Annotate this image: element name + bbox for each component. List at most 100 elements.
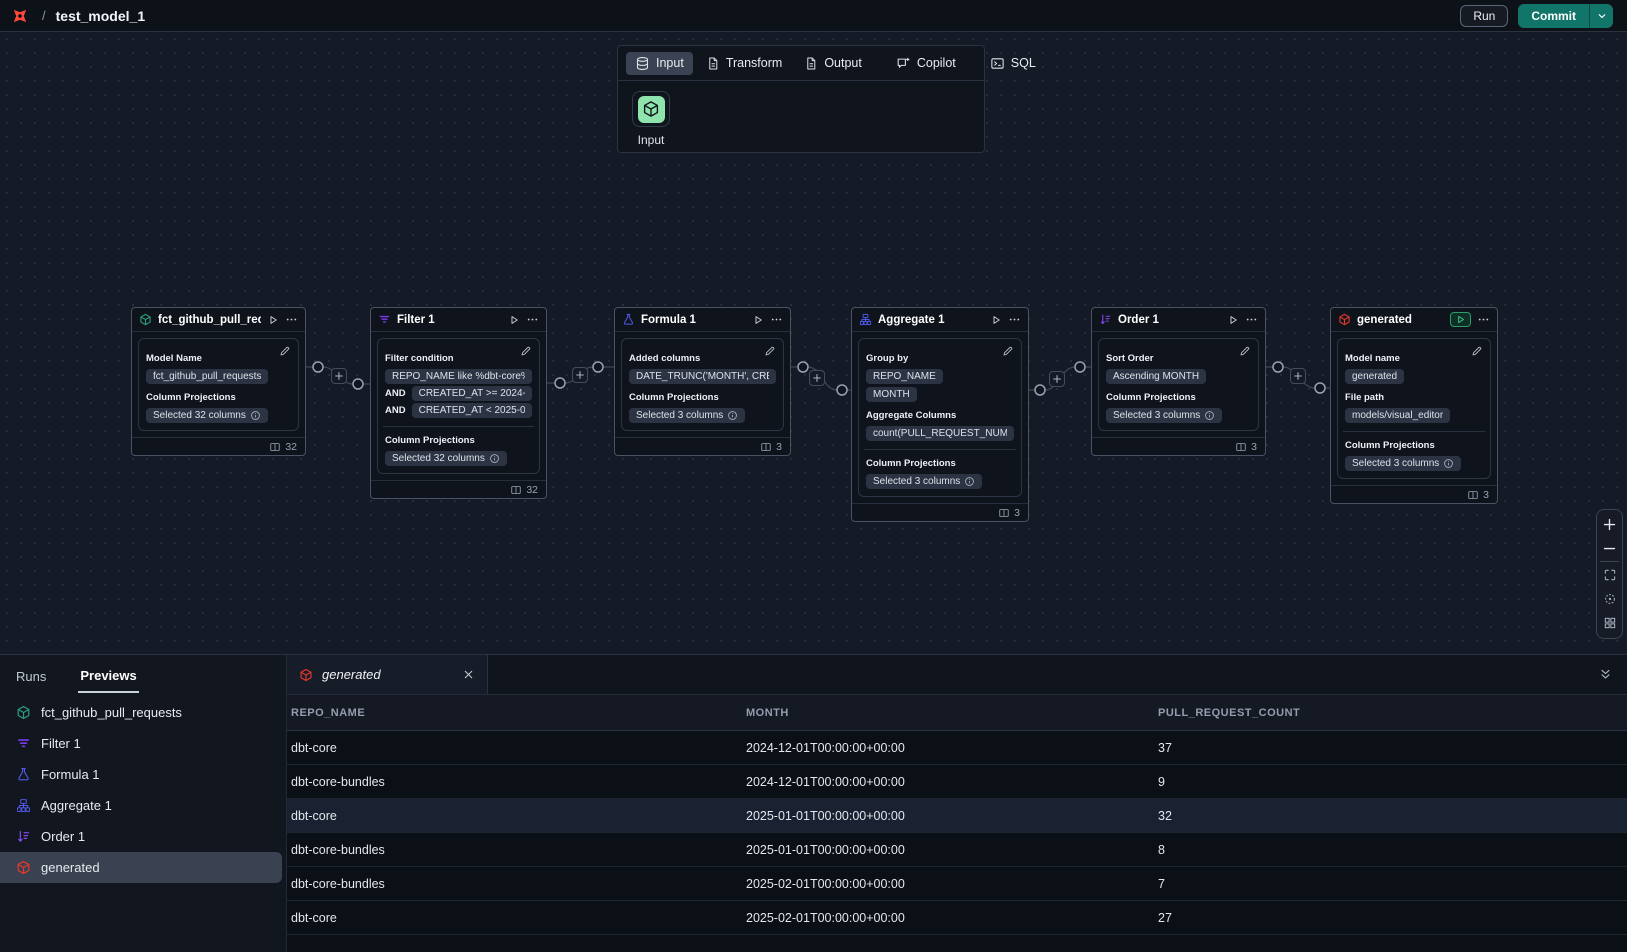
node-filter-1[interactable]: Filter 1 Filter condition REPO_NAME like… [370,307,547,499]
more-menu-icon[interactable] [1008,313,1021,326]
tab-previews[interactable]: Previews [78,658,138,693]
add-step-button[interactable] [809,370,825,386]
sidebar-item-generated[interactable]: generated [0,852,282,883]
table-row[interactable]: dbt-core-bundles 2025-02-01T00:00:00+00:… [287,867,1627,901]
tab-sql[interactable]: SQL [981,52,1045,75]
field-label: Model Name [146,353,291,364]
minimap-grid-icon[interactable] [1597,611,1622,635]
groupby-pill[interactable]: REPO_NAME [866,369,943,384]
port-out-icon[interactable] [313,362,323,372]
projections-pill[interactable]: Selected 32 columns [385,451,507,466]
port-out-icon[interactable] [1035,385,1045,395]
condition-pill[interactable]: REPO_NAME like %dbt-core% [385,369,532,384]
info-icon [489,453,500,464]
add-step-button[interactable] [1290,368,1306,384]
cube-icon [16,860,31,875]
locate-icon[interactable] [1597,587,1622,611]
sidebar-item-formula-1[interactable]: Formula 1 [0,759,286,790]
add-step-button[interactable] [331,368,347,384]
dbt-logo-icon[interactable] [10,6,30,26]
more-menu-icon[interactable] [526,313,539,326]
filepath-pill[interactable]: models/visual_editor [1345,408,1450,423]
collapse-panel-icon[interactable] [1598,655,1613,694]
close-icon[interactable] [462,668,475,681]
tab-transform[interactable]: Transform [697,52,792,75]
port-in-icon[interactable] [837,385,847,395]
tab-runs[interactable]: Runs [14,659,48,692]
node-formula-1[interactable]: Formula 1 Added columns DATE_TRUNC('MONT… [614,307,791,456]
port-in-icon[interactable] [1075,362,1085,372]
node-generated[interactable]: generated Model name generated File path… [1330,307,1498,504]
column-header[interactable]: MONTH [746,707,1158,719]
table-row[interactable]: dbt-core-bundles 2025-01-01T00:00:00+00:… [287,833,1627,867]
condition-pill[interactable]: CREATED_AT >= 2024-12-01 [412,386,532,401]
fit-view-icon[interactable] [1597,563,1622,587]
sidebar-item-order-1[interactable]: Order 1 [0,821,286,852]
sort-pill[interactable]: Ascending MONTH [1106,369,1206,384]
edit-pencil-icon[interactable] [1002,345,1014,357]
cell-repo-name: dbt-core [291,809,746,823]
groupby-pill[interactable]: MONTH [866,387,917,402]
node-fct-github-pull-requests[interactable]: fct_github_pull_requests Model Name fct_… [131,307,306,456]
node-aggregate-1[interactable]: Aggregate 1 Group by REPO_NAME MONTH Agg… [851,307,1029,522]
play-success-icon[interactable] [1450,312,1471,327]
aggregate-pill[interactable]: count(PULL_REQUEST_NUMBER) as ... [866,426,1014,441]
play-icon[interactable] [508,314,520,326]
tab-output[interactable]: Output [795,52,871,75]
node-order-1[interactable]: Order 1 Sort Order Ascending MONTH Colum… [1091,307,1266,456]
run-button[interactable]: Run [1460,5,1508,27]
sidebar-item-filter-1[interactable]: Filter 1 [0,728,286,759]
dag-canvas[interactable]: Input Transform Output Copilot SQL [0,32,1627,654]
projections-pill[interactable]: Selected 32 columns [146,408,268,423]
sidebar-item-aggregate-1[interactable]: Aggregate 1 [0,790,286,821]
sidebar-item-fct-github-pull-requests[interactable]: fct_github_pull_requests [0,697,286,728]
input-node-tile[interactable]: Input [632,91,670,147]
play-icon[interactable] [267,314,279,326]
cell-pull-request-count: 7 [1158,877,1627,891]
column-header[interactable]: REPO_NAME [291,707,746,719]
cube-icon [1338,313,1351,326]
port-in-icon[interactable] [353,379,363,389]
commit-dropdown-button[interactable] [1589,4,1613,28]
more-menu-icon[interactable] [770,313,783,326]
play-icon[interactable] [1227,314,1239,326]
tab-copilot[interactable]: Copilot [887,52,965,75]
field-label: Filter condition [385,353,532,364]
port-out-icon[interactable] [1273,362,1283,372]
edit-pencil-icon[interactable] [1471,345,1483,357]
condition-pill[interactable]: CREATED_AT < 2025-03-01 [412,403,532,418]
edit-pencil-icon[interactable] [764,345,776,357]
projections-pill[interactable]: Selected 3 columns [629,408,745,423]
value-pill[interactable]: fct_github_pull_requests [146,369,268,384]
column-header[interactable]: PULL_REQUEST_COUNT [1158,707,1627,719]
projections-pill[interactable]: Selected 3 columns [1345,456,1461,471]
table-row[interactable]: dbt-core 2024-12-01T00:00:00+00:00 37 [287,731,1627,765]
more-menu-icon[interactable] [1477,313,1490,326]
projections-pill[interactable]: Selected 3 columns [1106,408,1222,423]
commit-button[interactable]: Commit [1518,4,1589,28]
more-menu-icon[interactable] [285,313,298,326]
canvas-controls [1596,509,1623,639]
play-icon[interactable] [990,314,1002,326]
add-step-button[interactable] [572,367,588,383]
port-out-icon[interactable] [798,362,808,372]
add-step-button[interactable] [1049,371,1065,387]
edit-pencil-icon[interactable] [279,345,291,357]
port-in-icon[interactable] [593,362,603,372]
port-out-icon[interactable] [555,378,565,388]
preview-tab-generated[interactable]: generated [287,655,488,694]
tab-input[interactable]: Input [626,52,693,75]
edit-pencil-icon[interactable] [520,345,532,357]
zoom-out-button[interactable] [1597,536,1622,560]
projections-pill[interactable]: Selected 3 columns [866,474,982,489]
more-menu-icon[interactable] [1245,313,1258,326]
edit-pencil-icon[interactable] [1239,345,1251,357]
table-row[interactable]: dbt-core 2025-01-01T00:00:00+00:00 32 [287,799,1627,833]
table-row[interactable]: dbt-core-bundles 2024-12-01T00:00:00+00:… [287,765,1627,799]
play-icon[interactable] [752,314,764,326]
table-row[interactable]: dbt-core 2025-02-01T00:00:00+00:00 27 [287,901,1627,935]
formula-pill[interactable]: DATE_TRUNC('MONTH', CREATED_AT... [629,369,776,384]
value-pill[interactable]: generated [1345,369,1404,384]
port-in-icon[interactable] [1315,383,1325,393]
zoom-in-button[interactable] [1597,512,1622,536]
